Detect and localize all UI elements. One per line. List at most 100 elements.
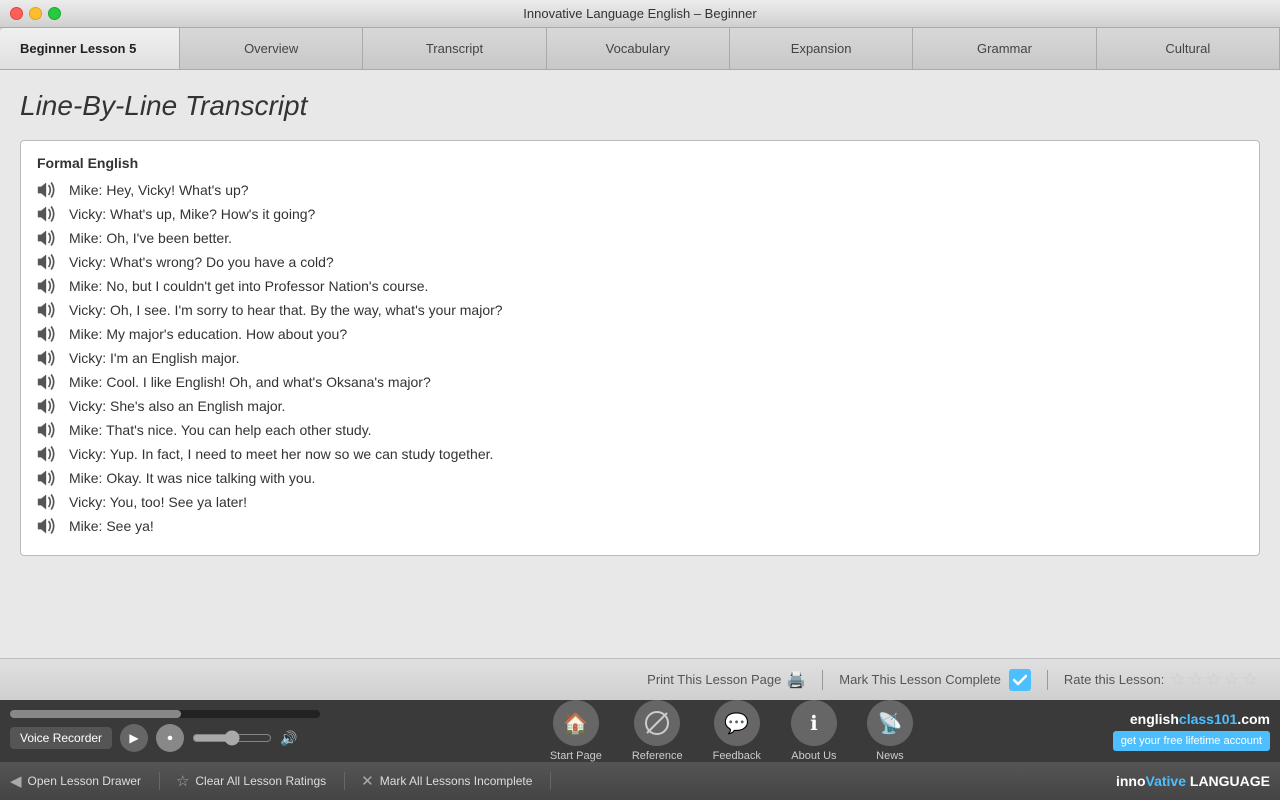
transcript-text: Vicky: What's wrong? Do you have a cold? bbox=[69, 254, 334, 270]
nav-reference[interactable]: Reference bbox=[632, 700, 683, 762]
transcript-text: Mike: No, but I couldn't get into Profes… bbox=[69, 278, 428, 294]
transcript-text: Vicky: What's up, Mike? How's it going? bbox=[69, 206, 315, 222]
clear-ratings-label: Clear All Lesson Ratings bbox=[195, 774, 326, 788]
rate-label: Rate this Lesson: bbox=[1064, 672, 1164, 687]
speaker-icon[interactable] bbox=[37, 397, 59, 415]
transcript-text: Vicky: Oh, I see. I'm sorry to hear that… bbox=[69, 302, 503, 318]
transcript-text: Vicky: You, too! See ya later! bbox=[69, 494, 247, 510]
controls-bar: Print This Lesson Page 🖨️ Mark This Less… bbox=[0, 658, 1280, 700]
open-lesson-drawer-button[interactable]: ◀ Open Lesson Drawer bbox=[10, 772, 160, 790]
speaker-icon[interactable] bbox=[37, 349, 59, 367]
feedback-icon: 💬 bbox=[714, 700, 760, 746]
news-label: News bbox=[876, 750, 904, 762]
transcript-text: Vicky: She's also an English major. bbox=[69, 398, 285, 414]
transcript-text: Mike: Okay. It was nice talking with you… bbox=[69, 470, 315, 486]
x-icon: ✕ bbox=[361, 772, 374, 790]
transcript-text: Mike: That's nice. You can help each oth… bbox=[69, 422, 372, 438]
star-rating[interactable]: ☆☆☆☆☆ bbox=[1169, 669, 1260, 690]
transcript-line: Mike: My major's education. How about yo… bbox=[37, 325, 1243, 343]
transcript-line: Mike: Hey, Vicky! What's up? bbox=[37, 181, 1243, 199]
transcript-line: Mike: Okay. It was nice talking with you… bbox=[37, 469, 1243, 487]
reference-label: Reference bbox=[632, 750, 683, 762]
speaker-icon[interactable] bbox=[37, 469, 59, 487]
minimize-button[interactable] bbox=[29, 7, 42, 20]
checkmark-icon bbox=[1013, 674, 1027, 686]
window-title: Innovative Language English – Beginner bbox=[523, 6, 756, 21]
play-button[interactable]: ▶ bbox=[120, 724, 148, 752]
nav-feedback[interactable]: 💬 Feedback bbox=[713, 700, 761, 762]
tab-bar: Beginner Lesson 5 Overview Transcript Vo… bbox=[0, 28, 1280, 70]
transcript-line: Vicky: You, too! See ya later! bbox=[37, 493, 1243, 511]
speaker-icon[interactable] bbox=[37, 301, 59, 319]
news-icon: 📡 bbox=[867, 700, 913, 746]
transcript-line: Vicky: I'm an English major. bbox=[37, 349, 1243, 367]
tab-cultural[interactable]: Cultural bbox=[1097, 28, 1280, 69]
speaker-icon[interactable] bbox=[37, 517, 59, 535]
speaker-icon[interactable] bbox=[37, 325, 59, 343]
print-label: Print This Lesson Page bbox=[647, 672, 781, 687]
speaker-icon[interactable] bbox=[37, 253, 59, 271]
tab-expansion[interactable]: Expansion bbox=[730, 28, 913, 69]
feedback-label: Feedback bbox=[713, 750, 761, 762]
speaker-icon[interactable] bbox=[37, 493, 59, 511]
voice-recorder-label-btn[interactable]: Voice Recorder bbox=[10, 727, 112, 749]
drawer-icon: ◀ bbox=[10, 772, 22, 790]
record-button[interactable]: ⏺ bbox=[156, 724, 184, 752]
speaker-icon[interactable] bbox=[37, 181, 59, 199]
ec-domain: englishclass101.com bbox=[1130, 711, 1270, 727]
speaker-icon[interactable] bbox=[37, 205, 59, 223]
clear-ratings-button[interactable]: ☆ Clear All Lesson Ratings bbox=[176, 772, 345, 790]
player-section: Voice Recorder ▶ ⏺ 🔊 bbox=[10, 710, 350, 752]
section-header: Formal English bbox=[37, 155, 1243, 171]
transcript-line: Mike: No, but I couldn't get into Profes… bbox=[37, 277, 1243, 295]
nav-start-page[interactable]: 🏠 Start Page bbox=[550, 700, 602, 762]
active-tab[interactable]: Beginner Lesson 5 bbox=[0, 28, 180, 69]
speaker-icon[interactable] bbox=[37, 277, 59, 295]
speaker-icon[interactable] bbox=[37, 229, 59, 247]
transcript-lines: Mike: Hey, Vicky! What's up? Vicky: What… bbox=[37, 181, 1243, 535]
reference-icon bbox=[634, 700, 680, 746]
transcript-line: Mike: Oh, I've been better. bbox=[37, 229, 1243, 247]
maximize-button[interactable] bbox=[48, 7, 61, 20]
mark-all-incomplete-button[interactable]: ✕ Mark All Lessons Incomplete bbox=[361, 772, 551, 790]
transcript-line: Vicky: She's also an English major. bbox=[37, 397, 1243, 415]
transcript-line: Mike: That's nice. You can help each oth… bbox=[37, 421, 1243, 439]
transcript-line: Mike: Cool. I like English! Oh, and what… bbox=[37, 373, 1243, 391]
close-button[interactable] bbox=[10, 7, 23, 20]
complete-checkbox[interactable] bbox=[1009, 669, 1031, 691]
footer-logo: innoVative LANGUAGE bbox=[1116, 773, 1270, 789]
nav-icons-area: 🏠 Start Page Reference 💬 Feedback ℹ Abou… bbox=[360, 700, 1103, 762]
star-icon: ☆ bbox=[176, 772, 189, 790]
transcript-line: Vicky: Oh, I see. I'm sorry to hear that… bbox=[37, 301, 1243, 319]
tab-overview[interactable]: Overview bbox=[180, 28, 363, 69]
speaker-icon[interactable] bbox=[37, 373, 59, 391]
print-lesson-button[interactable]: Print This Lesson Page 🖨️ bbox=[647, 670, 806, 690]
title-bar: Innovative Language English – Beginner bbox=[0, 0, 1280, 28]
speaker-icon[interactable] bbox=[37, 445, 59, 463]
main-window: Beginner Lesson 5 Overview Transcript Vo… bbox=[0, 28, 1280, 800]
nav-about-us[interactable]: ℹ About Us bbox=[791, 700, 837, 762]
divider bbox=[822, 670, 823, 690]
content-area: Line-By-Line Transcript Formal English M… bbox=[0, 70, 1280, 658]
speaker-icon[interactable] bbox=[37, 421, 59, 439]
tab-vocabulary[interactable]: Vocabulary bbox=[547, 28, 730, 69]
rate-lesson: Rate this Lesson: ☆☆☆☆☆ bbox=[1064, 669, 1260, 690]
ec-badge: englishclass101.com get your free lifeti… bbox=[1113, 711, 1270, 751]
transcript-box: Formal English Mike: Hey, Vicky! What's … bbox=[20, 140, 1260, 556]
mark-complete-button[interactable]: Mark This Lesson Complete bbox=[839, 669, 1031, 691]
footer-bar: ◀ Open Lesson Drawer ☆ Clear All Lesson … bbox=[0, 762, 1280, 800]
tab-grammar[interactable]: Grammar bbox=[913, 28, 1096, 69]
tab-transcript[interactable]: Transcript bbox=[363, 28, 546, 69]
volume-slider[interactable] bbox=[192, 730, 272, 746]
ec-cta[interactable]: get your free lifetime account bbox=[1113, 731, 1270, 751]
transcript-line: Mike: See ya! bbox=[37, 517, 1243, 535]
nav-news[interactable]: 📡 News bbox=[867, 700, 913, 762]
home-icon: 🏠 bbox=[553, 700, 599, 746]
volume-icon: 🔊 bbox=[280, 730, 297, 747]
printer-icon: 🖨️ bbox=[786, 670, 806, 690]
mark-complete-label: Mark This Lesson Complete bbox=[839, 672, 1001, 687]
open-drawer-label: Open Lesson Drawer bbox=[28, 774, 141, 788]
page-title: Line-By-Line Transcript bbox=[20, 90, 1260, 122]
progress-fill bbox=[10, 710, 181, 718]
progress-track[interactable] bbox=[10, 710, 320, 718]
